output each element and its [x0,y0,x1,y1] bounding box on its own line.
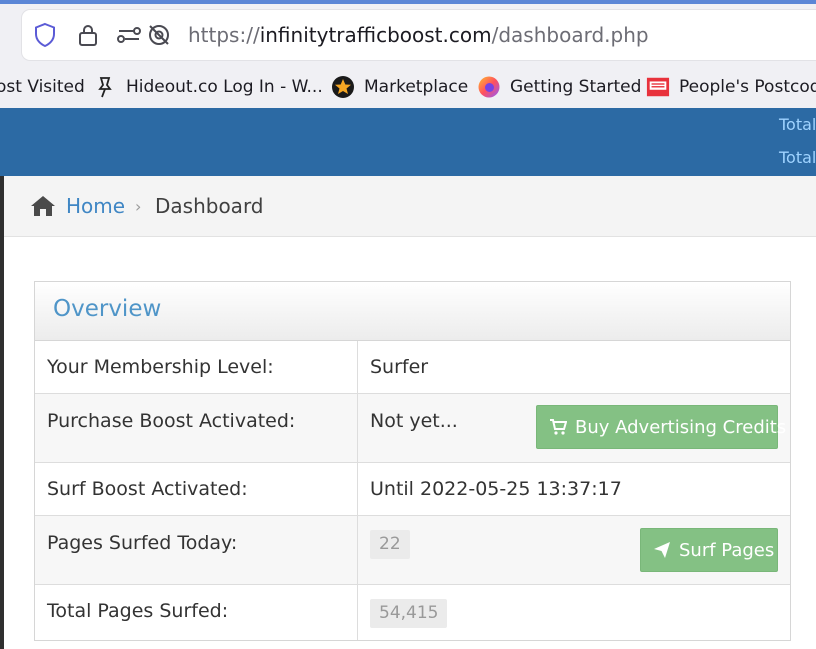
buy-advertising-credits-label: Buy Advertising Credits [575,416,787,438]
postcode-icon [646,75,670,99]
sidebar-edge [0,176,4,649]
bookmark-marketplace[interactable]: Marketplace [331,74,468,100]
paper-plane-icon [654,542,670,558]
overview-panel: Overview Your Membership Level: Surfer P… [34,281,791,641]
surf-pages-button[interactable]: Surf Pages [640,528,778,572]
panel-title: Overview [53,296,162,322]
window-accent-bar [0,0,816,4]
breadcrumb-current: Dashboard [155,194,264,218]
header-stat-total-1: Total [779,115,816,134]
panel-heading: Overview [35,282,790,341]
pages-today-badge: 22 [370,530,410,559]
membership-value: Surfer [370,356,429,378]
buy-advertising-credits-button[interactable]: Buy Advertising Credits [536,405,786,449]
lock-icon[interactable] [75,22,101,48]
bookmarks-toolbar: ost Visited Hideout.co Log In - W... Mar… [0,68,816,106]
total-pages-label: Total Pages Surfed: [47,600,229,622]
surf-boost-label: Surf Boost Activated: [47,478,248,500]
pages-today-label: Pages Surfed Today: [47,532,238,554]
purchase-boost-label: Purchase Boost Activated: [47,410,296,432]
cart-icon [550,419,567,435]
membership-label: Your Membership Level: [47,356,274,378]
shield-icon[interactable] [32,22,58,48]
breadcrumb: Home › Dashboard [4,176,816,237]
bookmark-hideout[interactable]: Hideout.co Log In - W... [93,74,323,100]
total-pages-badge: 54,415 [370,599,448,628]
pin-icon [93,75,117,99]
table-row-membership: Your Membership Level: Surfer [35,341,790,394]
table-row-surf-boost: Surf Boost Activated: Until 2022-05-25 1… [35,463,790,516]
purchase-boost-value: Not yet... [370,410,458,432]
tracking-protection-off-icon[interactable] [146,22,172,48]
bookmark-peoples-postcode[interactable]: People's Postcode [646,74,816,100]
surf-pages-label: Surf Pages [679,539,775,561]
bookmark-getting-started[interactable]: Getting Started [477,74,641,100]
firefox-icon [477,75,501,99]
address-bar[interactable]: https://infinitytrafficboost.com/dashboa… [22,10,816,60]
surf-boost-value: Until 2022-05-25 13:37:17 [370,478,622,500]
site-header: Total Total [0,108,816,176]
browser-chrome: https://infinitytrafficboost.com/dashboa… [0,0,816,108]
table-row-pages-today: Pages Surfed Today: 22 Surf Pages [35,516,790,585]
star-badge-icon [331,75,355,99]
url-text[interactable]: https://infinitytrafficboost.com/dashboa… [188,23,649,47]
table-row-total-pages: Total Pages Surfed: 54,415 [35,585,790,640]
permissions-icon[interactable] [116,22,142,48]
bookmark-most-visited[interactable]: ost Visited [0,74,85,100]
header-stat-total-2: Total [779,148,816,167]
breadcrumb-separator: › [135,197,142,216]
breadcrumb-home-link[interactable]: Home [66,194,125,218]
table-row-purchase-boost: Purchase Boost Activated: Not yet... Buy… [35,394,790,463]
home-icon[interactable] [30,195,56,221]
